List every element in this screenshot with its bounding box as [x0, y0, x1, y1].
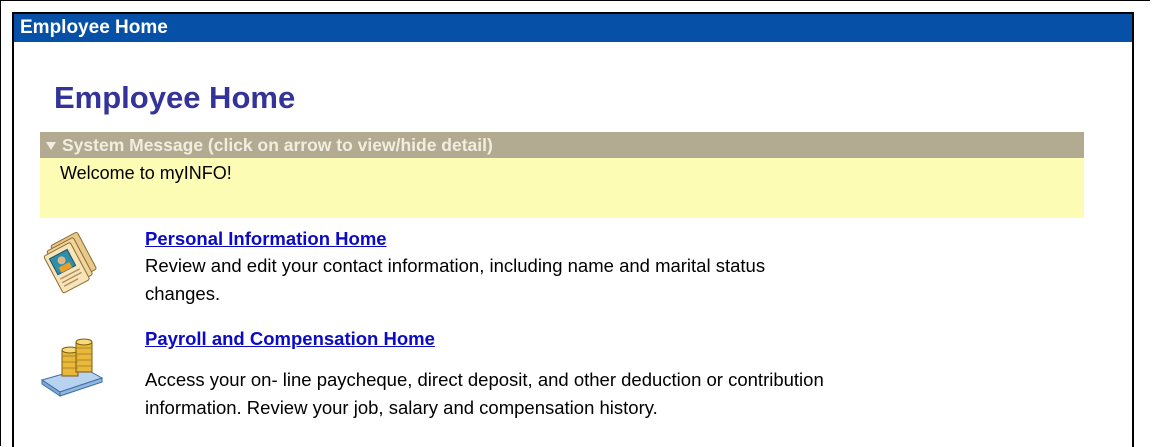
page-frame: Employee Home Employee Home System Messa… [12, 12, 1134, 447]
payroll-compensation-home-link[interactable]: Payroll and Compensation Home [145, 328, 435, 350]
system-message-header[interactable]: System Message (click on arrow to view/h… [40, 132, 1084, 158]
system-message-header-label: System Message (click on arrow to view/h… [62, 135, 493, 155]
personal-information-home-link[interactable]: Personal Information Home [145, 228, 387, 250]
window-titlebar: Employee Home [14, 14, 1132, 42]
payroll-coins-icon [40, 334, 108, 405]
system-message-body: Welcome to myINFO! [40, 158, 1084, 218]
description-line: Review and edit your contact information… [145, 255, 766, 276]
description-line: information. Review your job, salary and… [145, 397, 658, 418]
personal-information-description: Review and edit your contact information… [145, 252, 1045, 308]
list-item-personal-information: Personal Information Home Review and edi… [40, 228, 1120, 308]
payroll-compensation-description: Access your on- line paycheque, direct d… [145, 366, 1045, 422]
description-line: changes. [145, 283, 221, 304]
page-title: Employee Home [54, 80, 296, 115]
description-line: Access your on- line paycheque, direct d… [145, 369, 824, 390]
collapse-arrow-icon[interactable] [46, 142, 56, 150]
personal-info-icon [40, 228, 102, 299]
list-item-payroll-compensation: Payroll and Compensation Home Access you… [40, 328, 1120, 438]
